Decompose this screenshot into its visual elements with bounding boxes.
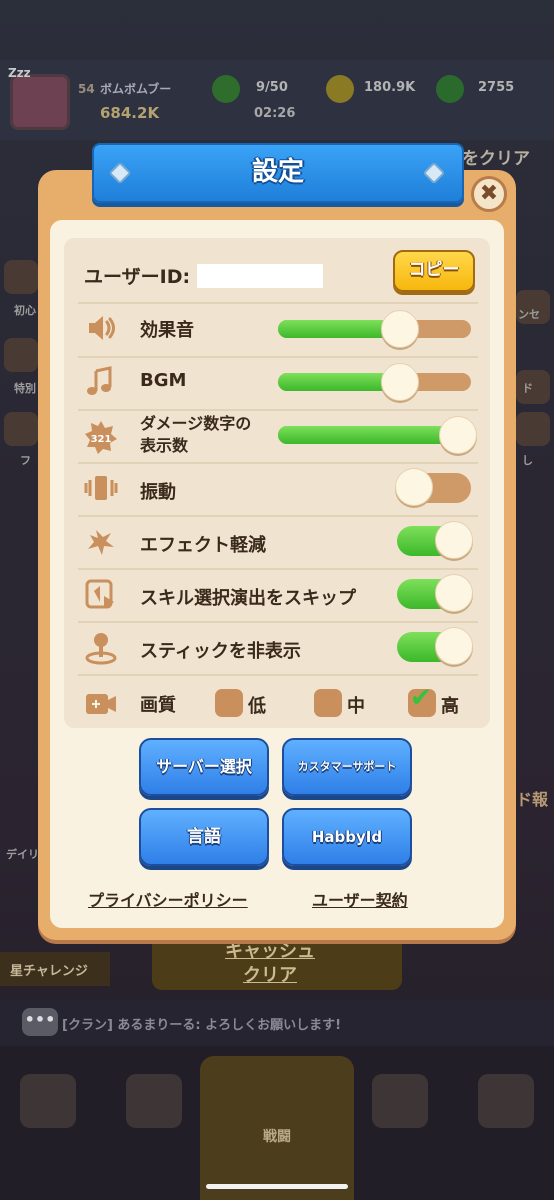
player-name: ボムボムブー bbox=[100, 82, 172, 96]
player-power: 684.2K bbox=[100, 104, 160, 122]
user-id-label: ユーザーID: bbox=[84, 266, 191, 288]
home-indicator bbox=[206, 1184, 348, 1189]
side-label: フ bbox=[20, 454, 31, 467]
hide-stick-label: スティックを非表示 bbox=[140, 641, 301, 662]
sound-effect-slider[interactable] bbox=[278, 310, 471, 348]
user-id-value bbox=[197, 264, 323, 288]
close-button[interactable]: ✖ bbox=[471, 176, 507, 212]
effect-reduce-label: エフェクト軽減 bbox=[140, 535, 266, 556]
habby-id-button[interactable]: HabbyId bbox=[282, 808, 412, 866]
sound-effect-label: 効果音 bbox=[140, 320, 194, 341]
quality-low-label: 低 bbox=[248, 696, 266, 717]
damage-badge-icon: 321 bbox=[84, 420, 118, 454]
side-label: 特別 bbox=[14, 382, 36, 395]
side-event-icon bbox=[4, 412, 38, 446]
side-event-icon bbox=[4, 260, 38, 294]
side-event-icon bbox=[516, 412, 550, 446]
damage-numbers-label: ダメージ数字の 表示数 bbox=[140, 414, 252, 455]
gem-value: 2755 bbox=[478, 80, 515, 95]
quality-mid-label: 中 bbox=[347, 696, 365, 717]
sleep-indicator: Zzz bbox=[8, 66, 31, 80]
divider bbox=[78, 568, 478, 570]
slider-handle[interactable] bbox=[439, 416, 477, 454]
divider bbox=[78, 515, 478, 517]
quality-high-label: 高 bbox=[441, 696, 459, 717]
vibration-toggle[interactable] bbox=[395, 468, 471, 506]
side-event-icon bbox=[4, 338, 38, 372]
skip-icon bbox=[84, 578, 118, 612]
divider bbox=[78, 356, 478, 358]
player-level: 54 bbox=[78, 82, 95, 96]
divider bbox=[78, 674, 478, 676]
vibration-icon bbox=[84, 471, 118, 505]
stamina-value: 9/50 bbox=[256, 80, 288, 95]
chat-icon: ••• bbox=[22, 1008, 58, 1036]
hide-stick-toggle[interactable] bbox=[397, 627, 473, 665]
quality-label: 画質 bbox=[140, 695, 176, 716]
avatar bbox=[10, 74, 70, 130]
skip-skill-label: スキル選択演出をスキップ bbox=[140, 588, 356, 609]
server-select-button[interactable]: サーバー選択 bbox=[139, 738, 269, 796]
divider bbox=[78, 302, 478, 304]
trophy-icon bbox=[372, 1074, 428, 1128]
chest-icon bbox=[478, 1074, 534, 1128]
user-agreement-link[interactable]: ユーザー契約 bbox=[312, 887, 408, 911]
side-label: ド bbox=[522, 382, 533, 395]
vibration-label: 振動 bbox=[140, 482, 176, 503]
side-label: し bbox=[522, 454, 533, 467]
effect-icon bbox=[84, 525, 118, 559]
bgm-slider[interactable] bbox=[278, 363, 471, 401]
divider bbox=[78, 621, 478, 623]
camera-icon bbox=[84, 686, 118, 720]
top-status-bar bbox=[0, 60, 554, 140]
star-challenge-label: 星チャレンジ bbox=[10, 964, 88, 979]
effect-reduce-toggle[interactable] bbox=[397, 521, 473, 559]
quality-low-checkbox[interactable] bbox=[215, 689, 243, 717]
checkmark-icon: ✔ bbox=[410, 683, 432, 713]
toggle-handle bbox=[435, 521, 473, 559]
privacy-policy-link[interactable]: プライバシーポリシー bbox=[88, 887, 248, 911]
page-title: 設定 bbox=[251, 157, 304, 187]
stamina-icon bbox=[212, 75, 240, 103]
language-button[interactable]: 言語 bbox=[139, 808, 269, 866]
equipment-icon bbox=[126, 1074, 182, 1128]
nav-battle-label: 戦闘 bbox=[263, 1129, 291, 1145]
chat-message: [クラン] あるまりーる: よろしくお願いします! bbox=[62, 1018, 342, 1033]
toggle-handle bbox=[435, 574, 473, 612]
copy-button[interactable]: コピー bbox=[393, 250, 475, 292]
damage-badge-text: 321 bbox=[91, 434, 112, 445]
bgm-label: BGM bbox=[140, 370, 187, 391]
gem-icon bbox=[436, 75, 464, 103]
side-label: ンセ bbox=[518, 308, 540, 321]
quality-high-checkbox[interactable]: ✔ bbox=[408, 683, 436, 717]
slider-handle[interactable] bbox=[380, 363, 419, 401]
joystick-icon bbox=[84, 631, 118, 665]
divider bbox=[78, 409, 478, 411]
coin-value: 180.9K bbox=[364, 80, 416, 95]
timer: 02:26 bbox=[254, 106, 296, 121]
skip-skill-toggle[interactable] bbox=[397, 574, 473, 612]
slider-handle[interactable] bbox=[380, 310, 419, 348]
quest-text: をクリア bbox=[462, 149, 530, 169]
quality-mid-checkbox[interactable] bbox=[314, 689, 342, 717]
coin-icon bbox=[326, 75, 354, 103]
side-label: 初心 bbox=[14, 304, 36, 317]
toggle-handle bbox=[395, 468, 433, 506]
speaker-icon bbox=[84, 311, 118, 345]
music-note-icon bbox=[84, 365, 118, 399]
close-icon: ✖ bbox=[479, 181, 499, 206]
side-label: ド報 bbox=[516, 790, 549, 809]
damage-numbers-slider[interactable] bbox=[278, 416, 477, 454]
customer-support-button[interactable]: カスタマーサポート bbox=[282, 738, 412, 796]
side-label: デイリ bbox=[6, 848, 39, 861]
cash-clear-label: キャッシュ クリア bbox=[225, 941, 315, 986]
toggle-handle bbox=[435, 627, 473, 665]
shop-icon bbox=[20, 1074, 76, 1128]
divider bbox=[78, 462, 478, 464]
